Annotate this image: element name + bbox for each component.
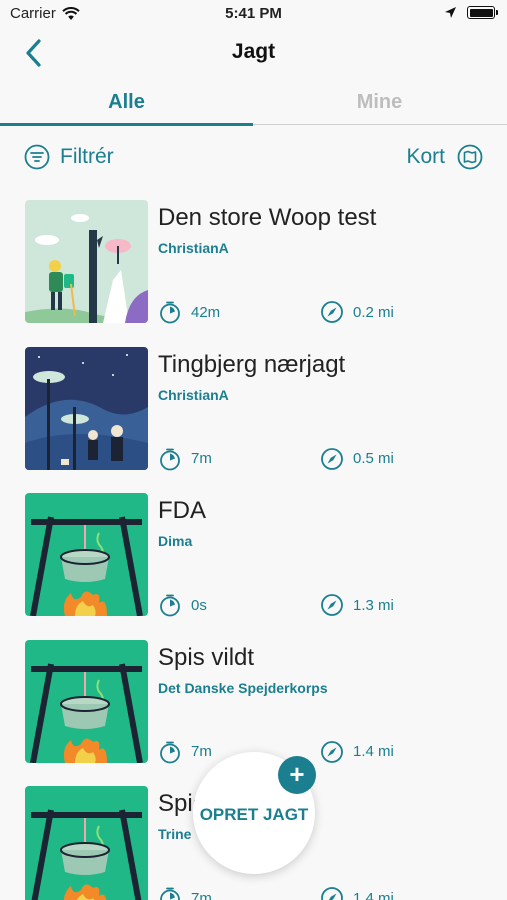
compass-icon [321,447,343,470]
stopwatch-icon [160,741,180,763]
filter-bar: Filtrér Kort [0,140,507,180]
segment-tabs: Alle Mine [0,80,507,126]
hiker-illustration [25,200,148,323]
nav-bar: Jagt [0,28,507,80]
duration-value: 42m [191,303,221,321]
map-label: Kort [406,145,445,168]
hunt-author: Det Danske Spejderkorps [158,679,328,696]
distance-value: 0.5 mi [353,450,394,467]
hunt-name: Tingbjerg nærjagt [158,350,346,378]
hunt-name: FDA [158,497,206,524]
tab-alle[interactable]: Alle [0,80,253,126]
location-arrow-icon [445,7,456,18]
hunt-list-item[interactable]: FDA Dima 0s 1.3 mi [0,493,507,640]
stopwatch-icon [160,301,180,324]
distance-value: 0.2 mi [353,303,394,321]
stopwatch-icon [160,887,180,900]
status-right [444,6,498,19]
create-hunt-label: OPRET JAGT [199,805,309,824]
hunt-author: ChristianA [158,240,229,256]
night-forest-illustration [25,346,148,470]
hunt-list-item[interactable]: Den store Woop test ChristianA 42m 0.2 m… [0,200,507,347]
battery-icon [467,6,498,19]
map-icon [457,144,483,170]
campfire-pot-illustration [25,493,148,616]
distance-value: 1.4 mi [353,743,394,760]
distance-stat: 0.5 mi [320,447,394,471]
duration-value: 7m [191,889,212,900]
hunt-author: Dima [158,533,193,549]
campfire-pot-illustration [25,786,148,900]
hunt-list-item[interactable]: Tingbjerg nærjagt ChristianA 7m 0.5 mi [0,346,507,494]
status-time: 5:41 PM [225,5,282,22]
filter-button[interactable]: Filtrér [24,144,114,170]
compass-icon [321,301,343,323]
filter-icon [24,144,50,170]
compass-icon [321,740,343,763]
status-bar: Carrier 5:41 PM [0,0,507,28]
duration-value: 0s [191,596,207,614]
campfire-pot-illustration [25,639,148,763]
distance-stat: 1.4 mi [320,886,394,900]
distance-stat: 1.4 mi [320,740,394,764]
hunt-name: Den store Woop test [158,204,377,231]
distance-stat: 1.3 mi [320,593,394,617]
duration-stat: 7m [158,740,212,764]
duration-value: 7m [191,450,212,467]
duration-stat: 0s [158,593,207,617]
duration-value: 7m [191,743,212,760]
hunt-author: ChristianA [158,386,229,403]
duration-stat: 7m [158,447,212,471]
stopwatch-icon [160,594,180,617]
distance-stat: 0.2 mi [320,300,394,324]
compass-icon [321,887,343,900]
filter-label: Filtrér [60,145,114,168]
hunt-name: Spis vildt [158,643,255,671]
compass-icon [321,594,343,616]
plus-icon[interactable]: + [278,756,316,794]
stopwatch-icon [160,448,180,470]
map-button[interactable]: Kort [406,144,483,170]
duration-stat: 42m [158,300,220,324]
tab-mine[interactable]: Mine [253,80,506,125]
hunt-author: Trine [158,826,192,842]
distance-value: 1.3 mi [353,596,394,614]
page-title: Jagt [231,40,276,63]
duration-stat: 7m [158,886,212,900]
distance-value: 1.4 mi [353,889,394,900]
